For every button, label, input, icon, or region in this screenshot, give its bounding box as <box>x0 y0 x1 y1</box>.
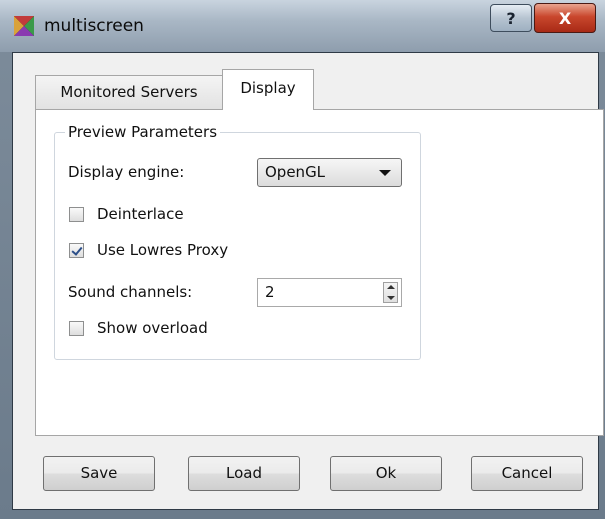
lowres-proxy-label[interactable]: Use Lowres Proxy <box>97 241 228 259</box>
lowres-proxy-checkbox[interactable] <box>69 243 84 258</box>
deinterlace-label[interactable]: Deinterlace <box>97 205 184 223</box>
ok-button[interactable]: Ok <box>330 456 442 491</box>
dialog-body: Monitored Servers Display Preview Parame… <box>12 52 604 510</box>
sound-channels-spinbox[interactable]: 2 <box>257 278 402 307</box>
show-overload-label[interactable]: Show overload <box>97 319 208 337</box>
display-engine-value: OpenGL <box>265 163 326 181</box>
title-bar[interactable]: multiscreen ? X <box>0 0 605 52</box>
sound-channels-value: 2 <box>265 283 275 301</box>
deinterlace-checkbox[interactable] <box>69 207 84 222</box>
load-button[interactable]: Load <box>188 456 300 491</box>
display-engine-label: Display engine: <box>68 163 185 181</box>
load-button-label: Load <box>226 464 262 482</box>
chevron-down-icon <box>379 170 391 176</box>
help-button[interactable]: ? <box>490 4 532 32</box>
cancel-button-label: Cancel <box>501 464 553 482</box>
spin-buttons[interactable] <box>383 282 398 303</box>
tab-label: Monitored Servers <box>60 83 198 101</box>
spin-up-icon[interactable] <box>387 285 395 289</box>
tab-monitored-servers[interactable]: Monitored Servers <box>35 75 223 109</box>
spin-down-icon[interactable] <box>387 296 395 300</box>
tab-display[interactable]: Display <box>222 69 314 110</box>
close-icon: X <box>558 9 572 28</box>
show-overload-checkbox[interactable] <box>69 321 84 336</box>
cancel-button[interactable]: Cancel <box>471 456 583 491</box>
close-button[interactable]: X <box>534 3 596 33</box>
display-engine-select[interactable]: OpenGL <box>257 158 402 187</box>
tab-label: Display <box>240 79 296 97</box>
window-frame: multiscreen ? X Monitored Servers Displa… <box>0 0 605 519</box>
group-title: Preview Parameters <box>65 123 221 141</box>
ok-button-label: Ok <box>375 464 397 482</box>
save-button-label: Save <box>80 464 118 482</box>
save-button[interactable]: Save <box>43 456 155 491</box>
window-title: multiscreen <box>44 16 144 36</box>
help-icon: ? <box>506 9 516 28</box>
multiscreen-app-icon <box>14 16 34 36</box>
sound-channels-label: Sound channels: <box>68 283 193 301</box>
